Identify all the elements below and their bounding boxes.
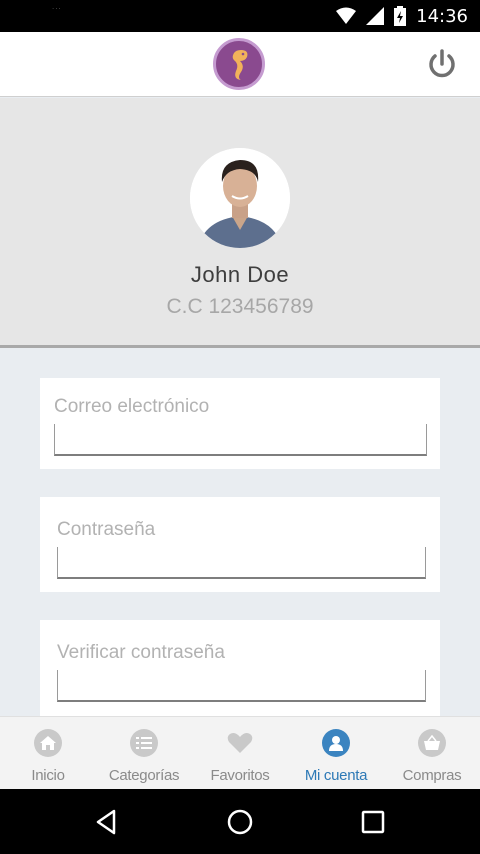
nav-item-compras[interactable]: Compras	[384, 717, 480, 790]
user-id-number: C.C 123456789	[166, 295, 314, 318]
home-button-icon[interactable]	[225, 807, 255, 837]
nav-item-inicio[interactable]: Inicio	[0, 717, 96, 790]
power-icon[interactable]	[424, 46, 460, 82]
basket-icon	[418, 729, 446, 757]
home-icon	[34, 729, 62, 757]
nav-label-categorias: Categorías	[108, 767, 180, 784]
nav-label-favoritos: Favoritos	[210, 767, 270, 784]
password-card: Contraseña	[40, 497, 440, 592]
password-field[interactable]	[57, 547, 426, 579]
nav-item-favoritos[interactable]: Favoritos	[192, 717, 288, 790]
heart-icon	[226, 729, 254, 757]
notification-indicator: ...	[52, 2, 62, 11]
verify-password-field[interactable]	[57, 670, 426, 702]
user-icon	[322, 729, 350, 757]
verify-password-label: Verificar contraseña	[57, 642, 225, 663]
status-bar: ... 14:36	[0, 0, 480, 32]
system-navigation-bar	[0, 789, 480, 854]
nav-label-inicio: Inicio	[31, 767, 65, 784]
wifi-icon	[336, 7, 357, 24]
clock: 14:36	[416, 5, 468, 27]
email-label: Correo electrónico	[54, 396, 210, 417]
nav-label-compras: Compras	[402, 767, 462, 784]
battery-icon	[394, 6, 407, 26]
nav-item-mi-cuenta[interactable]: Mi cuenta	[288, 717, 384, 790]
password-label: Contraseña	[57, 519, 156, 540]
recent-apps-icon[interactable]	[358, 807, 388, 837]
user-name: John Doe	[190, 262, 290, 287]
back-icon[interactable]	[92, 807, 122, 837]
nav-label-mi-cuenta: Mi cuenta	[304, 767, 368, 784]
profile-section: John Doe C.C 123456789	[0, 98, 480, 348]
app-header	[0, 32, 480, 97]
signal-icon	[366, 7, 385, 25]
bottom-navigation: Inicio Categorías Favoritos Mi cuenta Co…	[0, 716, 480, 789]
avatar[interactable]	[190, 148, 290, 248]
verify-password-card: Verificar contraseña	[40, 620, 440, 716]
email-card: Correo electrónico	[40, 378, 440, 469]
list-icon	[130, 729, 158, 757]
seahorse-logo-icon[interactable]	[213, 38, 265, 90]
email-field[interactable]	[54, 424, 427, 456]
nav-item-categorias[interactable]: Categorías	[96, 717, 192, 790]
